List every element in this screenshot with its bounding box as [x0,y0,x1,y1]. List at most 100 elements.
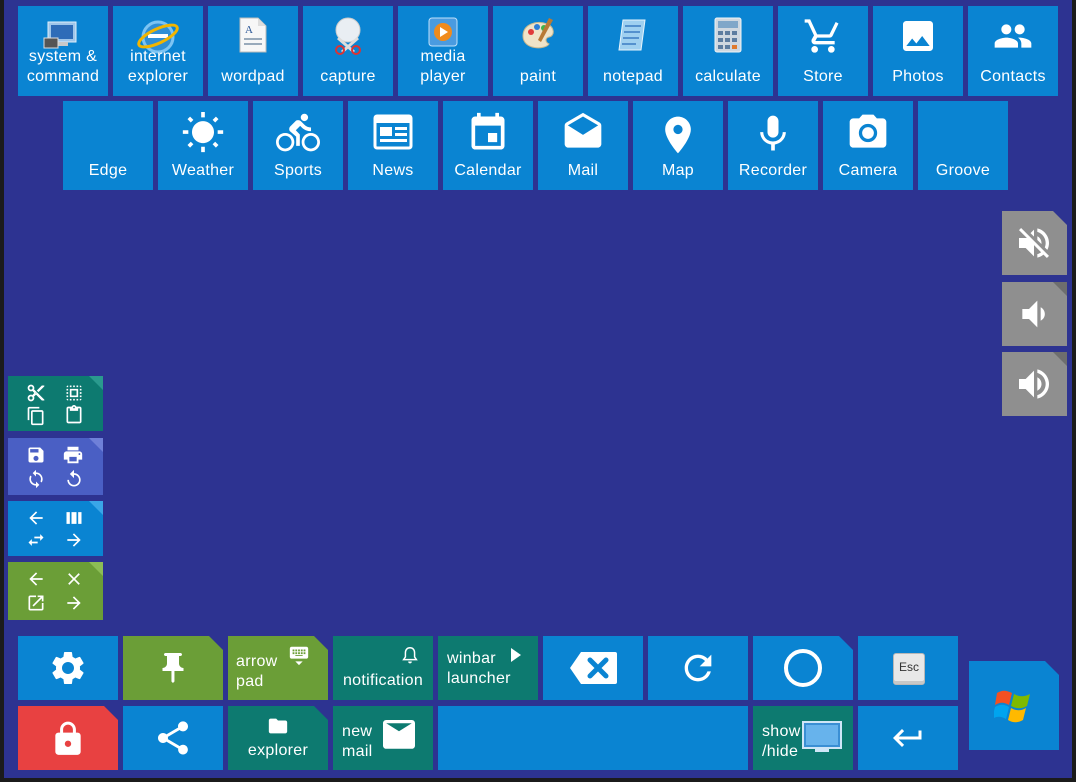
tile-corner [839,636,853,650]
pin-icon [162,653,184,683]
cut-icon[interactable] [26,383,46,403]
gear-icon [52,652,84,684]
copy-icon[interactable] [26,406,46,426]
lock-icon [55,721,81,755]
forward-icon[interactable] [64,593,84,613]
refresh-button[interactable] [648,636,748,700]
news-icon [348,111,438,153]
tile-contacts[interactable]: Contacts [968,6,1058,96]
view-columns-icon[interactable] [64,508,84,528]
explorer-button[interactable]: explorer [228,706,328,770]
mute-button[interactable] [1002,211,1067,275]
calculator-icon [683,16,773,54]
tile-label: Edge [88,162,128,179]
escape-button[interactable]: Esc [858,636,958,700]
tile-mail[interactable]: Mail [538,101,628,190]
pin-button[interactable] [123,636,223,700]
tile-label: notification [342,672,424,689]
tile-capture[interactable]: capture [303,6,393,96]
redo-icon[interactable] [26,469,46,489]
tile-sports[interactable]: Sports [253,101,343,190]
show-hide-desktop-button[interactable]: show /hide [753,706,853,770]
bell-icon [402,647,418,664]
tile-weather[interactable]: Weather [158,101,248,190]
back-icon[interactable] [26,569,46,589]
photo-icon [873,16,963,56]
tile-label: Contacts [980,68,1046,85]
swap-icon[interactable] [26,530,46,550]
contacts-icon [968,16,1058,56]
tile-internet-explorer[interactable]: internet explorer [113,6,203,96]
share-icon [158,721,188,755]
spacebar-button[interactable] [438,706,748,770]
tile-label: calculate [695,68,761,85]
tile-corner [209,636,223,650]
window-actions-panel[interactable] [8,562,103,620]
cortana-button[interactable] [753,636,853,700]
new-mail-button[interactable]: new mail [333,706,433,770]
tile-map[interactable]: Map [633,101,723,190]
svg-text:A: A [245,24,253,36]
settings-button[interactable] [18,636,118,700]
backspace-button[interactable] [543,636,643,700]
notification-button[interactable]: notification [333,636,433,700]
tile-paint[interactable]: paint [493,6,583,96]
media-player-icon [398,16,488,50]
tile-label: Map [661,162,695,179]
tile-edge[interactable]: Edge [63,101,153,190]
enter-icon [893,729,922,747]
arrow-pad-button[interactable]: arrow pad [228,636,328,700]
wordpad-icon: A [208,16,298,54]
tile-label: system & command [26,48,100,85]
tile-corner [89,501,103,515]
arrow-left-icon[interactable] [26,508,46,528]
print-icon[interactable] [62,444,84,466]
tile-news[interactable]: News [348,101,438,190]
undo-icon[interactable] [64,469,84,489]
open-external-icon[interactable] [26,593,46,613]
tile-label: winbar launcher [447,650,511,687]
volume-down-button[interactable] [1002,282,1067,346]
close-icon[interactable] [64,569,84,589]
map-pin-icon [633,111,723,159]
tile-camera[interactable]: Camera [823,101,913,190]
winbar-launcher-button[interactable]: winbar launcher [438,636,538,700]
tile-label: Calendar [454,162,522,179]
tile-calendar[interactable]: Calendar [443,101,533,190]
tile-corner [89,376,103,390]
select-all-icon[interactable] [64,383,84,403]
enter-button[interactable] [858,706,958,770]
backspace-icon [570,652,617,684]
navigation-panel[interactable] [8,501,103,556]
tile-corner [1045,661,1059,675]
tile-label: explorer [247,742,309,759]
tile-calculate[interactable]: calculate [683,6,773,96]
tile-label: Photos [892,68,944,85]
refresh-icon [684,654,712,682]
arrow-right-icon[interactable] [64,530,84,550]
file-actions-panel[interactable] [8,438,103,495]
start-button[interactable] [969,661,1059,750]
volume-down-icon [1022,300,1045,328]
lock-button[interactable] [18,706,118,770]
tile-corner [1053,352,1067,366]
tile-wordpad[interactable]: A wordpad [208,6,298,96]
tile-groove[interactable]: Groove [918,101,1008,190]
share-button[interactable] [123,706,223,770]
tile-photos[interactable]: Photos [873,6,963,96]
tile-corner [89,438,103,452]
calendar-icon [443,111,533,155]
save-icon[interactable] [26,445,46,465]
paste-icon[interactable] [64,405,84,425]
volume-up-button[interactable] [1002,352,1067,416]
tile-label: Store [803,68,843,85]
clipboard-panel[interactable] [8,376,103,431]
tile-label: capture [320,68,376,85]
tile-notepad[interactable]: notepad [588,6,678,96]
circle-icon [784,649,822,687]
tile-corner [104,706,118,720]
tile-store[interactable]: Store [778,6,868,96]
tile-media-player[interactable]: media player [398,6,488,96]
tile-system-command[interactable]: system & command [18,6,108,96]
tile-recorder[interactable]: Recorder [728,101,818,190]
